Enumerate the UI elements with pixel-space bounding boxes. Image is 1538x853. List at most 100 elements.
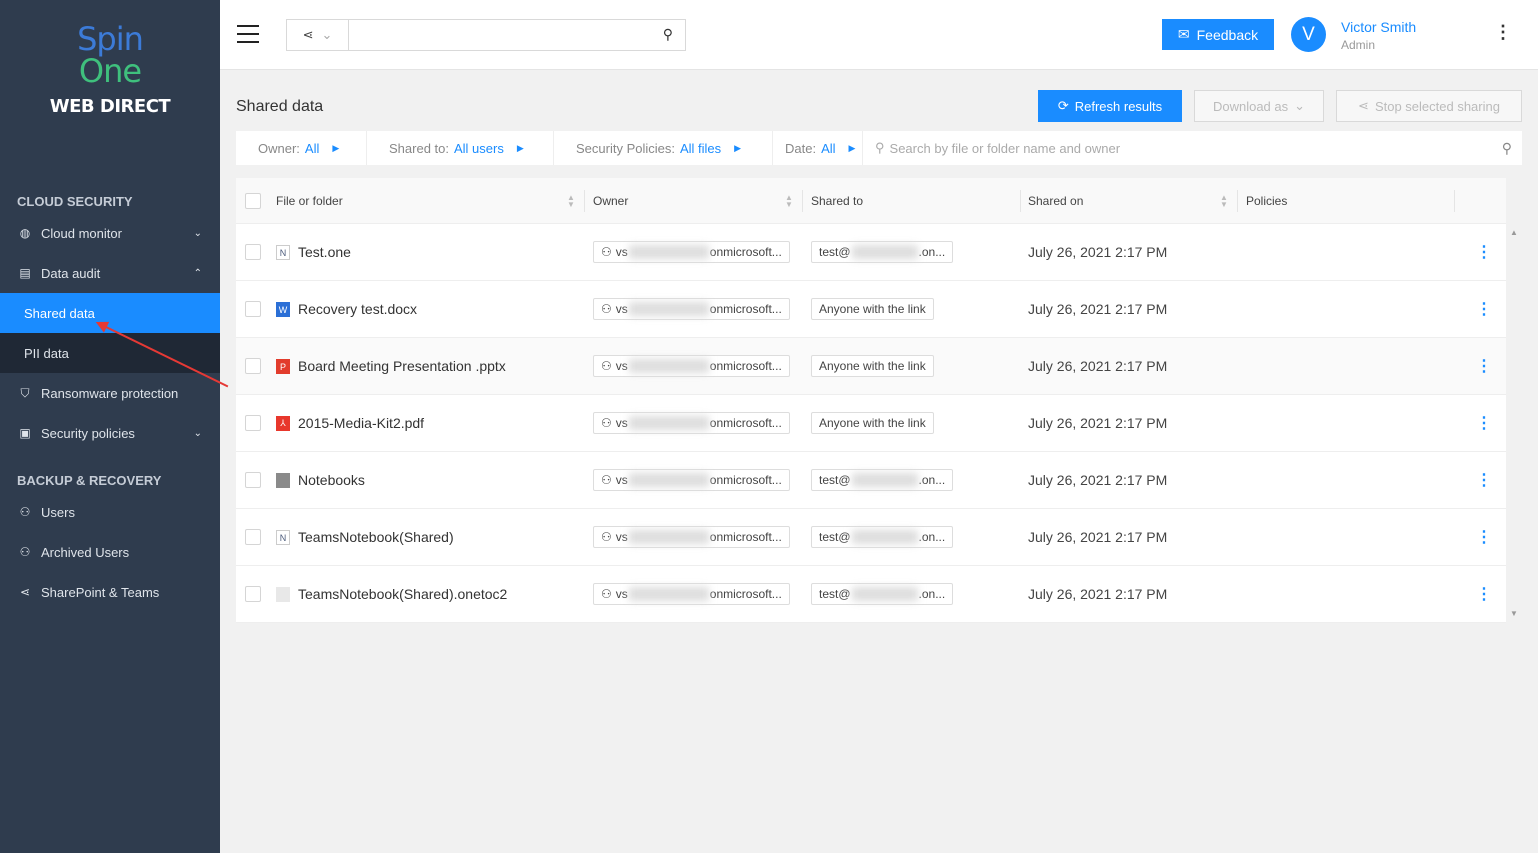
file-name[interactable]: 2015-Media-Kit2.pdf [298, 415, 424, 431]
col-owner[interactable]: Owner [593, 178, 628, 223]
menu-icon[interactable] [237, 25, 259, 43]
policies-filter[interactable]: Security Policies: All files ▶ [554, 131, 773, 165]
redacted [628, 302, 709, 316]
row-more-icon[interactable]: ⋮ [1476, 584, 1492, 604]
col-file[interactable]: File or folder [276, 178, 343, 223]
shared-on: July 26, 2021 2:17 PM [1028, 358, 1168, 374]
label: SharePoint & Teams [41, 584, 160, 600]
shared-on: July 26, 2021 2:17 PM [1028, 529, 1168, 545]
col-shared-to[interactable]: Shared to [811, 178, 863, 223]
date-filter[interactable]: Date: All ▶ [773, 131, 863, 165]
owner-suffix: onmicrosoft... [709, 473, 782, 487]
value[interactable]: All [821, 141, 835, 156]
sidebar-item-sharepoint[interactable]: ⋖ SharePoint & Teams [0, 572, 220, 612]
row-more-icon[interactable]: ⋮ [1476, 242, 1492, 262]
user-icon: ⚇ [601, 359, 612, 373]
select-all-checkbox[interactable] [245, 193, 261, 209]
avatar[interactable]: V [1291, 17, 1326, 52]
sidebar-item-archived-users[interactable]: ⚇ Archived Users [0, 532, 220, 572]
refresh-icon: ⟳ [1057, 98, 1069, 113]
row-more-icon[interactable]: ⋮ [1476, 299, 1492, 319]
row-checkbox[interactable] [245, 529, 261, 545]
shared-to-tag: Anyone with the link [811, 355, 934, 377]
download-button[interactable]: Download as ⌄ [1194, 90, 1324, 122]
shared-suffix: .on... [918, 530, 946, 544]
mail-icon: ✉ [1177, 26, 1190, 42]
onenote-file-icon: N [276, 530, 290, 545]
col-shared-on[interactable]: Shared on [1028, 178, 1083, 223]
search-icon[interactable]: ⚲ [1502, 140, 1512, 157]
caret-icon: ▶ [848, 142, 856, 153]
scrollbar[interactable]: ▲ ▼ [1506, 224, 1522, 622]
table-row[interactable]: W Recovery test.docx ⚇ vs onmicrosoft... A… [236, 281, 1506, 338]
sidebar-item-ransomware[interactable]: ⛉ Ransomware protection [0, 373, 220, 413]
logo-web-direct: WEB DIRECT [49, 96, 171, 117]
share-icon: ⋖ [19, 585, 31, 599]
row-checkbox[interactable] [245, 301, 261, 317]
shared-on: July 26, 2021 2:17 PM [1028, 244, 1168, 260]
sidebar-item-users[interactable]: ⚇ Users [0, 492, 220, 532]
row-more-icon[interactable]: ⋮ [1476, 413, 1492, 433]
row-checkbox[interactable] [245, 415, 261, 431]
logo-one: One [78, 52, 142, 90]
row-checkbox[interactable] [245, 358, 261, 374]
file-name[interactable]: TeamsNotebook(Shared) [298, 529, 454, 545]
table-row[interactable]: N Test.one ⚇ vs onmicrosoft... test@ .on...… [236, 224, 1506, 281]
shared-to-filter[interactable]: Shared to: All users ▶ [367, 131, 554, 165]
file-name[interactable]: Test.one [298, 244, 351, 260]
file-file-icon [276, 587, 290, 602]
file-name[interactable]: TeamsNotebook(Shared).onetoc2 [298, 586, 507, 602]
redacted [628, 530, 709, 544]
owner-tag: ⚇ vs onmicrosoft... [593, 469, 790, 491]
table-row[interactable]: P Board Meeting Presentation .pptx ⚇ vs on… [236, 338, 1506, 395]
file-name[interactable]: Notebooks [298, 472, 365, 488]
value[interactable]: All files [680, 141, 721, 156]
stop-sharing-button[interactable]: ⋖ Stop selected sharing [1336, 90, 1522, 122]
sort-icon[interactable]: ▲ ▼ [1220, 194, 1228, 209]
user-role: Admin [1341, 38, 1376, 52]
row-more-icon[interactable]: ⋮ [1476, 470, 1492, 490]
row-more-icon[interactable]: ⋮ [1476, 356, 1492, 376]
sort-icon[interactable]: ▲ ▼ [567, 194, 575, 209]
chevron-down-icon: ⌄ [193, 427, 202, 439]
table-row[interactable]: N TeamsNotebook(Shared) ⚇ vs onmicrosoft..… [236, 509, 1506, 566]
table-header: File or folder ▲ ▼ Owner ▲ ▼ Shared to Sha… [236, 178, 1506, 224]
more-icon[interactable]: ⋮ [1494, 22, 1512, 43]
label: Shared data [24, 305, 95, 321]
label: Archived Users [41, 544, 130, 560]
sidebar-item-data-audit[interactable]: ▤ Data audit ⌃ [0, 253, 220, 293]
file-name[interactable]: Recovery test.docx [298, 301, 417, 317]
user-name[interactable]: Victor Smith [1341, 19, 1416, 35]
row-more-icon[interactable]: ⋮ [1476, 527, 1492, 547]
pdf-file-icon: ⅄ [276, 416, 290, 431]
row-checkbox[interactable] [245, 244, 261, 260]
value[interactable]: All [305, 141, 319, 156]
global-search[interactable]: ⋖ ⌄ ⚲ [286, 19, 686, 51]
sidebar-item-security-policies[interactable]: ▣ Security policies ⌄ [0, 413, 220, 453]
table-row[interactable]: Notebooks ⚇ vs onmicrosoft... test@ .on... … [236, 452, 1506, 509]
search-icon[interactable]: ⚲ [663, 26, 673, 43]
sidebar-item-cloud-monitor[interactable]: ◍ Cloud monitor ⌄ [0, 213, 220, 253]
user-icon: ⚇ [601, 587, 612, 601]
label: Stop selected sharing [1374, 98, 1500, 114]
refresh-button[interactable]: ⟳ Refresh results [1038, 90, 1182, 122]
page-title: Shared data [236, 98, 324, 115]
caret-icon: ▶ [734, 142, 742, 153]
owner-tag: ⚇ vs onmicrosoft... [593, 526, 790, 548]
redacted [628, 359, 709, 373]
row-checkbox[interactable] [245, 472, 261, 488]
row-checkbox[interactable] [245, 586, 261, 602]
value[interactable]: All users [454, 141, 504, 156]
file-name[interactable]: Board Meeting Presentation .pptx [298, 358, 506, 374]
table-row[interactable]: TeamsNotebook(Shared).onetoc2 ⚇ vs onmicro… [236, 566, 1506, 623]
shield-icon: ⛉ [20, 385, 30, 400]
sort-icon[interactable]: ▲ ▼ [785, 194, 793, 209]
file-search-input[interactable]: ⚲ Search by file or folder name and owner… [863, 131, 1522, 165]
share-filter-dropdown[interactable]: ⋖ ⌄ [287, 20, 349, 50]
owner-suffix: onmicrosoft... [709, 587, 782, 601]
owner-filter[interactable]: Owner: All ▶ [236, 131, 367, 165]
table-row[interactable]: ⅄ 2015-Media-Kit2.pdf ⚇ vs onmicrosoft... … [236, 395, 1506, 452]
shared-data-table: File or folder ▲ ▼ Owner ▲ ▼ Shared to Sha… [236, 178, 1506, 623]
owner-prefix: vs [615, 359, 628, 373]
feedback-button[interactable]: ✉ Feedback [1162, 19, 1274, 50]
